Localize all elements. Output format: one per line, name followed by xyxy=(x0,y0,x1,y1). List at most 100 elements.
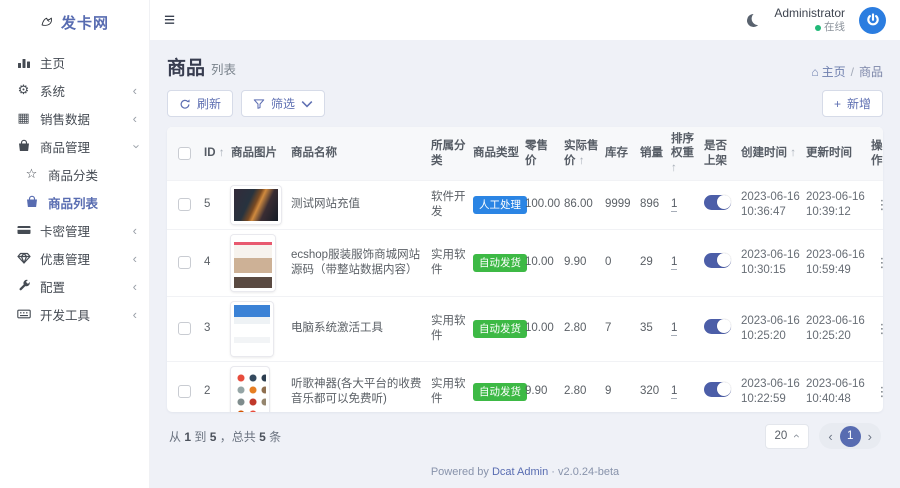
cell-stock: 0 xyxy=(602,230,637,297)
table-row: 3 电脑系统激活工具 实用软件 自动发货 10.00 2.80 7 35 1 2… xyxy=(167,297,883,362)
toolbar: 刷新 筛选 + 新增 xyxy=(167,90,883,117)
cell-actual: 2.80 xyxy=(561,362,602,412)
cell-sales: 29 xyxy=(637,230,668,297)
cell-actual: 2.80 xyxy=(561,297,602,362)
on-sale-toggle[interactable] xyxy=(704,253,731,268)
sidebar-item-card-management[interactable]: 卡密管理 ‹ xyxy=(0,216,149,244)
product-image[interactable] xyxy=(231,367,269,412)
weight-edit-link[interactable]: 1 xyxy=(671,198,677,212)
chevron-collapsed-icon: ‹ xyxy=(133,224,137,237)
page-title: 商品 xyxy=(167,58,205,79)
cell-sales: 35 xyxy=(637,297,668,362)
sort-asc-icon: ↑ xyxy=(219,147,225,159)
brand[interactable]: 发卡网 xyxy=(0,0,149,44)
plus-icon: + xyxy=(834,97,841,111)
row-checkbox[interactable] xyxy=(178,322,191,335)
weight-edit-link[interactable]: 1 xyxy=(671,322,677,336)
cell-stock: 9999 xyxy=(602,181,637,230)
cell-id: 3 xyxy=(201,297,228,362)
cell-updated: 2023-06-16 10:39:12 xyxy=(803,181,868,230)
table-row: 5 测试网站充值 软件开发 人工处理 100.00 86.00 9999 896… xyxy=(167,181,883,230)
row-actions-menu[interactable]: ⋮ xyxy=(876,384,884,399)
chevron-collapsed-icon: ‹ xyxy=(133,112,137,125)
select-all-checkbox[interactable] xyxy=(178,147,191,160)
row-checkbox[interactable] xyxy=(178,256,191,269)
sidebar-item-dev-tools[interactable]: 开发工具 ‹ xyxy=(0,300,149,328)
sidebar-item-home[interactable]: 主页 xyxy=(0,48,149,76)
col-image: 商品图片 xyxy=(228,127,288,181)
col-id[interactable]: ID ↑ xyxy=(201,127,228,181)
gear-icon: ⚙ xyxy=(16,83,31,98)
col-actions: 操作 xyxy=(868,127,883,181)
row-actions-menu[interactable]: ⋮ xyxy=(876,255,884,270)
page-size-select[interactable]: 20 ‹ xyxy=(765,424,810,449)
col-on-sale: 是否上架 xyxy=(701,127,738,181)
chevron-collapsed-icon: ‹ xyxy=(133,308,137,321)
page-subtitle: 列表 xyxy=(211,63,236,77)
sidebar-item-product-management[interactable]: 商品管理 ‹ xyxy=(0,132,149,160)
col-weight[interactable]: 排序权重 ↑ xyxy=(668,127,701,181)
sidebar-item-sales-data[interactable]: ▦ 销售数据 ‹ xyxy=(0,104,149,132)
cell-category: 实用软件 xyxy=(428,230,470,297)
cell-created: 2023-06-16 10:36:47 xyxy=(738,181,803,230)
weight-edit-link[interactable]: 1 xyxy=(671,385,677,399)
dcat-admin-link[interactable]: Dcat Admin xyxy=(492,466,548,478)
product-image[interactable] xyxy=(231,235,275,291)
on-sale-toggle[interactable] xyxy=(704,382,731,397)
product-image[interactable] xyxy=(231,302,273,356)
keyboard-icon xyxy=(16,307,31,322)
chevron-collapsed-icon: ‹ xyxy=(133,84,137,97)
row-actions-menu[interactable]: ⋮ xyxy=(876,321,884,336)
prev-page-button[interactable]: ‹ xyxy=(828,429,832,444)
sidebar-item-product-category[interactable]: ☆ 商品分类 xyxy=(0,160,149,188)
row-checkbox[interactable] xyxy=(178,198,191,211)
cell-category: 软件开发 xyxy=(428,181,470,230)
avatar[interactable] xyxy=(859,7,886,34)
col-created[interactable]: 创建时间 ↑ xyxy=(738,127,803,181)
power-icon xyxy=(865,12,881,28)
chevron-collapsed-icon: ‹ xyxy=(133,280,137,293)
cell-updated: 2023-06-16 10:40:48 xyxy=(803,362,868,412)
sidebar-item-system[interactable]: ⚙ 系统 ‹ xyxy=(0,76,149,104)
add-button[interactable]: + 新增 xyxy=(822,90,883,117)
current-page-button[interactable]: 1 xyxy=(840,426,861,447)
briefcase-icon xyxy=(16,139,31,154)
cell-stock: 7 xyxy=(602,297,637,362)
products-table: ID ↑ 商品图片 商品名称 所属分类 商品类型 零售价 实际售价 ↑ 库存 销… xyxy=(167,127,883,412)
topbar: ≡ Administrator 在线 xyxy=(150,0,900,40)
sidebar-item-product-list[interactable]: 商品列表 xyxy=(0,188,149,216)
cell-name: ecshop服装服饰商城网站源码（带整站数据内容） xyxy=(288,230,428,297)
refresh-button[interactable]: 刷新 xyxy=(167,90,233,117)
on-sale-toggle[interactable] xyxy=(704,195,731,210)
sidebar-item-config[interactable]: 配置 ‹ xyxy=(0,272,149,300)
app-window: 发卡网 主页 ⚙ 系统 ‹ ▦ 销售数据 ‹ xyxy=(0,0,900,488)
col-category: 所属分类 xyxy=(428,127,470,181)
cell-actual: 9.90 xyxy=(561,230,602,297)
cell-name: 听歌神器(各大平台的收费音乐都可以免费听) xyxy=(288,362,428,412)
cell-created: 2023-06-16 10:30:15 xyxy=(738,230,803,297)
user-menu[interactable]: Administrator 在线 xyxy=(774,6,845,34)
next-page-button[interactable]: › xyxy=(868,429,872,444)
filter-button[interactable]: 筛选 xyxy=(241,90,325,117)
table-header-row: ID ↑ 商品图片 商品名称 所属分类 商品类型 零售价 实际售价 ↑ 库存 销… xyxy=(167,127,883,181)
table-icon: ▦ xyxy=(16,111,31,126)
col-stock: 库存 xyxy=(602,127,637,181)
row-actions-menu[interactable]: ⋮ xyxy=(876,197,884,212)
sidebar-item-discount-management[interactable]: 优惠管理 ‹ xyxy=(0,244,149,272)
hamburger-menu-icon[interactable]: ≡ xyxy=(164,11,175,30)
table-row: 4 ecshop服装服饰商城网站源码（带整站数据内容） 实用软件 自动发货 10… xyxy=(167,230,883,297)
breadcrumb-home-link[interactable]: ⌂主页 xyxy=(811,63,845,80)
dark-mode-toggle-moon-icon[interactable] xyxy=(746,12,762,28)
page-header: 商品列表 ⌂主页 / 商品 xyxy=(167,53,883,80)
cell-category: 实用软件 xyxy=(428,362,470,412)
main-area: ≡ Administrator 在线 商品列表 xyxy=(150,0,900,488)
product-image[interactable] xyxy=(231,186,281,224)
weight-edit-link[interactable]: 1 xyxy=(671,256,677,270)
home-icon: ⌂ xyxy=(811,65,818,79)
col-actual[interactable]: 实际售价 ↑ xyxy=(561,127,602,181)
cell-id: 5 xyxy=(201,181,228,230)
row-checkbox[interactable] xyxy=(178,385,191,398)
breadcrumb-current: 商品 xyxy=(859,63,883,80)
on-sale-toggle[interactable] xyxy=(704,319,731,334)
cell-category: 实用软件 xyxy=(428,297,470,362)
